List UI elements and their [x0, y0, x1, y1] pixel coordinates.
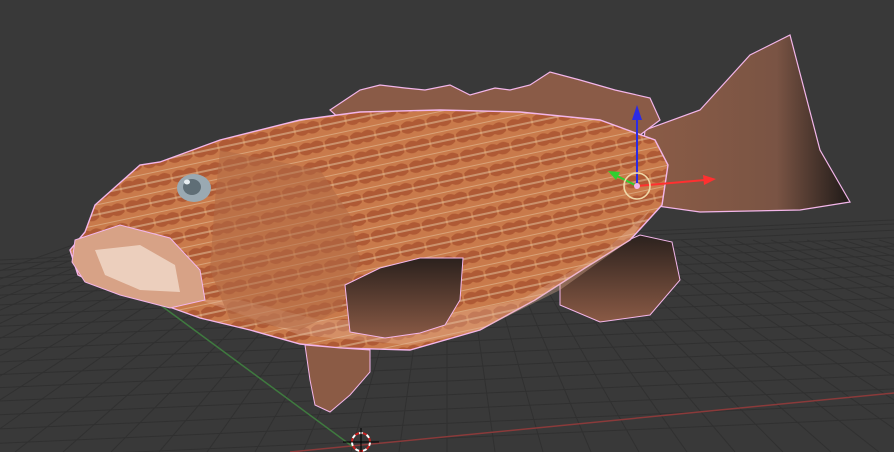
grid-line-v [734, 239, 894, 311]
3d-cursor[interactable] [343, 428, 379, 452]
grid-line-v [752, 239, 894, 300]
grid-line-v [644, 239, 894, 401]
gizmo-origin-dot [634, 183, 640, 189]
3d-viewport[interactable] [0, 0, 894, 452]
fish-mesh[interactable] [69, 34, 851, 413]
viewport-canvas[interactable] [0, 0, 894, 452]
eye-highlight [184, 179, 190, 185]
pelvic-fin[interactable] [304, 344, 371, 413]
tail-fin[interactable] [639, 34, 851, 213]
grid-line-v [698, 239, 894, 339]
grid-line-v [680, 239, 894, 357]
grid-line-v [662, 239, 894, 377]
grid-line-v [860, 239, 894, 251]
